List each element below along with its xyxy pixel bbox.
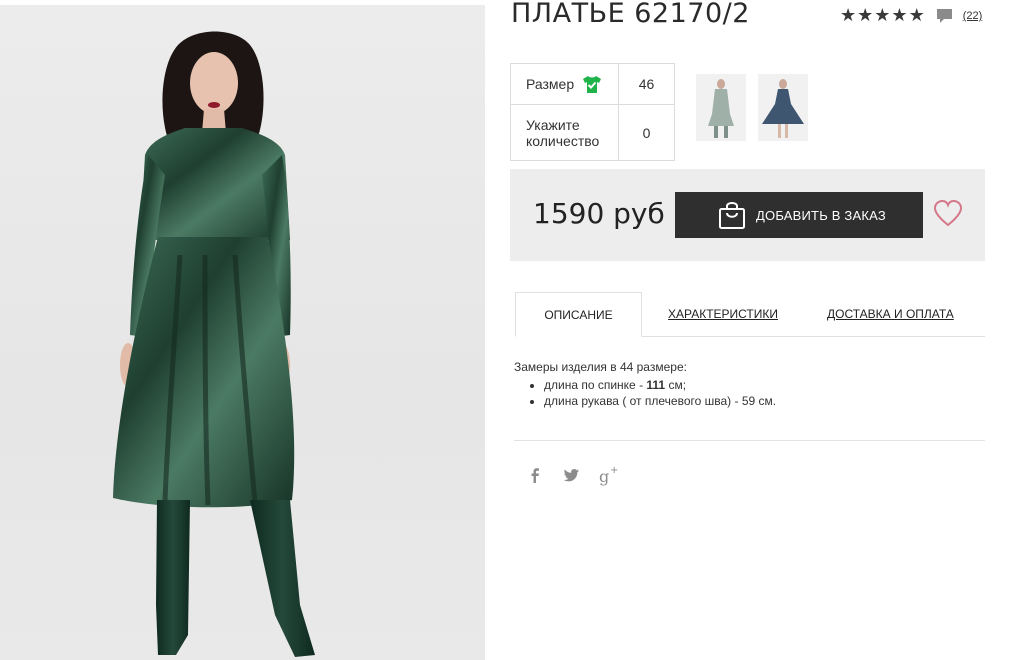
reviews-count-link[interactable]: (22): [963, 10, 983, 22]
product-title: ПЛАТЬЕ 62170/2: [511, 0, 750, 29]
size-label-cell: Размер: [510, 63, 619, 105]
tab-description[interactable]: ОПИСАНИЕ: [515, 292, 642, 337]
price: 1590 руб: [533, 197, 665, 230]
star-icon[interactable]: ★: [857, 7, 873, 25]
google-plus-icon[interactable]: g +: [598, 464, 620, 486]
quantity-row: Укажите количество 0: [510, 104, 675, 161]
rating-block[interactable]: ★ ★ ★ ★ ★ (22): [840, 7, 982, 25]
star-icon[interactable]: ★: [891, 7, 907, 25]
shopping-bag-icon: [719, 202, 745, 229]
facebook-icon[interactable]: [524, 464, 546, 486]
thumbnail-image: [762, 79, 804, 138]
model-in-green-dress-image: [113, 31, 315, 657]
tab-characteristics[interactable]: ХАРАКТЕРИСТИКИ: [668, 307, 778, 321]
product-options-table: Размер 46 Укажите количество 0: [510, 63, 675, 161]
tshirt-check-icon[interactable]: [582, 75, 602, 94]
description-panel: Замеры изделия в 44 размере: длина по сп…: [514, 360, 776, 410]
star-icon[interactable]: ★: [909, 7, 925, 25]
comment-icon[interactable]: [936, 8, 953, 25]
heart-icon[interactable]: [934, 200, 962, 228]
list-item-bold: 111: [646, 378, 666, 392]
svg-text:+: +: [610, 465, 618, 476]
thumbnail-blue-dress[interactable]: [758, 74, 808, 141]
thumbnail-image: [708, 79, 734, 138]
description-intro: Замеры изделия в 44 размере:: [514, 360, 687, 374]
divider: [514, 440, 985, 441]
add-to-order-label: ДОБАВИТЬ В ЗАКАЗ: [756, 207, 886, 223]
list-item-text: длина рукава ( от плечевого шва) - 59 см…: [544, 394, 777, 408]
quantity-label-line2: количество: [526, 132, 600, 149]
list-item: длина рукава ( от плечевого шва) - 59 см…: [544, 394, 776, 408]
list-item-text: длина по спинке -: [544, 378, 647, 392]
list-item-suffix: см;: [665, 378, 687, 392]
add-to-order-button[interactable]: ДОБАВИТЬ В ЗАКАЗ: [675, 192, 923, 238]
rating-stars[interactable]: ★ ★ ★ ★ ★: [840, 7, 925, 25]
quantity-input[interactable]: 0: [618, 104, 675, 161]
product-main-photo[interactable]: [0, 5, 485, 660]
size-label: Размер: [526, 76, 575, 92]
quantity-label-line1: Укажите: [526, 116, 580, 133]
size-select[interactable]: 46: [618, 63, 675, 105]
thumbnail-grey-dress[interactable]: [696, 74, 746, 141]
quantity-label-cell: Укажите количество: [510, 104, 619, 161]
star-icon[interactable]: ★: [840, 7, 856, 25]
tab-delivery-payment[interactable]: ДОСТАВКА И ОПЛАТА: [827, 307, 954, 321]
measurements-list: длина по спинке - 111 см; длина рукава (…: [514, 378, 776, 408]
twitter-icon[interactable]: [561, 464, 583, 486]
size-row: Размер 46: [510, 63, 675, 105]
svg-text:g: g: [599, 467, 609, 486]
buy-box: 1590 руб ДОБАВИТЬ В ЗАКАЗ: [510, 169, 985, 261]
star-icon[interactable]: ★: [874, 7, 890, 25]
list-item: длина по спинке - 111 см;: [544, 378, 776, 392]
